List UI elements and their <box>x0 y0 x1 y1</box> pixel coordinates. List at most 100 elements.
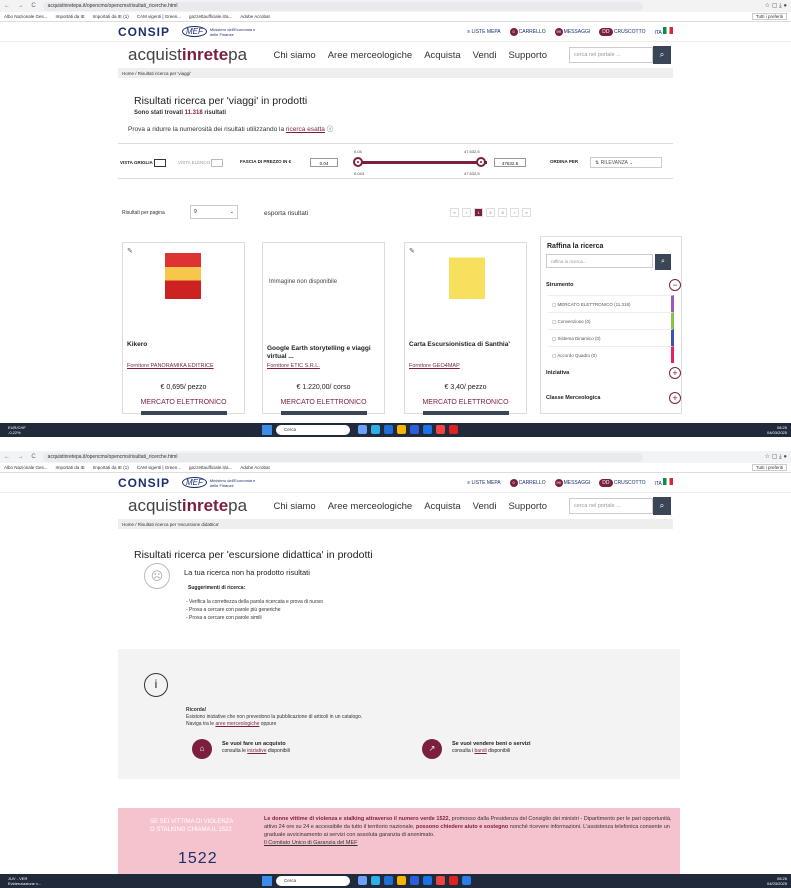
menu-vendi[interactable]: Vendi <box>473 501 497 512</box>
liste-mepa-link[interactable]: ≡ LISTE MEPA <box>467 29 500 35</box>
browser-actions[interactable]: ☆ ▢ ⤓ ● <box>765 453 787 461</box>
address-bar[interactable]: acquistinretepa.it/opencms/opencms/risul… <box>42 452 643 462</box>
card-button[interactable] <box>141 411 227 415</box>
bookmark[interactable]: Importati da IE (1) <box>93 14 129 19</box>
taskbar-apps[interactable] <box>358 876 471 885</box>
search-icon[interactable]: ⌕ <box>655 254 671 270</box>
bookmark[interactable]: Adobe Acrobat <box>240 14 270 19</box>
windows-start-icon[interactable] <box>262 876 272 886</box>
site-logo[interactable]: acquistinretepa <box>128 45 247 65</box>
menu-supporto[interactable]: Supporto <box>508 501 547 512</box>
weather-widget[interactable]: EUR/CHF -0,22% <box>8 425 26 435</box>
categories-link[interactable]: aree merceologiche <box>215 721 259 727</box>
menu-aree[interactable]: Aree merceologiche <box>328 50 413 61</box>
site-logo[interactable]: acquistinretepa <box>128 496 247 516</box>
menu-chi-siamo[interactable]: Chi siamo <box>273 50 315 61</box>
menu-acquista[interactable]: Acquista <box>424 50 460 61</box>
product-card[interactable]: ✎ Carta Escursionistica di Santhia' Forn… <box>404 242 527 415</box>
page-3[interactable]: 3 <box>498 208 507 217</box>
menu-chi-siamo[interactable]: Chi siamo <box>273 501 315 512</box>
consip-logo[interactable]: CONSIP <box>118 25 170 39</box>
initiatives-link[interactable]: iniziative <box>247 748 266 754</box>
mef-logo[interactable]: MEF <box>182 477 207 488</box>
liste-mepa-link[interactable]: ≡ LISTE MEPA <box>467 480 500 486</box>
filter-item[interactable]: ▢ Convenzione (0) <box>548 312 674 329</box>
all-bookmarks[interactable]: Tutti i preferiti <box>751 464 787 471</box>
messages-link[interactable]: 99 MESSAGGI <box>554 27 590 36</box>
bookmark[interactable]: gazzettaufficiale.it/a... <box>189 14 232 19</box>
consip-logo[interactable]: CONSIP <box>118 476 170 490</box>
price-min-input[interactable]: 0.04 <box>310 158 338 167</box>
slider-max-handle[interactable] <box>476 157 486 167</box>
windows-start-icon[interactable] <box>262 425 272 435</box>
sort-select[interactable]: ⇅ RILEVANZA ⌄ <box>590 157 662 168</box>
menu-aree[interactable]: Aree merceologiche <box>328 501 413 512</box>
product-name[interactable]: Google Earth storytelling e viaggi virtu… <box>267 345 382 361</box>
card-button[interactable] <box>281 411 367 415</box>
taskbar-search[interactable]: Cerca <box>276 425 350 435</box>
menu-vendi[interactable]: Vendi <box>473 50 497 61</box>
hotline-badge[interactable]: SE SEI VITTIMA DI VIOLENZA O STALKING CHI… <box>130 808 256 874</box>
rpp-select[interactable]: 9 ⌄ <box>190 205 238 219</box>
search-input[interactable]: cerca nel portale ... <box>569 498 653 514</box>
edit-icon[interactable]: ✎ <box>127 247 133 255</box>
cug-link[interactable]: Il Comitato Unico di Garanzia del MEF <box>264 840 358 846</box>
price-slider[interactable] <box>357 161 487 164</box>
browser-actions[interactable]: ☆ ▢ ⤓ ● <box>765 2 787 10</box>
language-select[interactable]: ITA <box>654 27 673 36</box>
supplier-link[interactable]: Fornitore ETIC S.R.L. <box>267 363 320 369</box>
iniziativa-heading[interactable]: Iniziativa <box>546 370 569 376</box>
edit-icon[interactable]: ✎ <box>409 247 415 255</box>
supplier-link[interactable]: Fornitore PANORAMIKA EDITRICE <box>127 363 214 369</box>
address-bar[interactable]: acquistinretepa.it/opencms/opencms/risul… <box>42 1 643 11</box>
bookmark[interactable]: gazzettaufficiale.it/a... <box>189 465 232 470</box>
product-image[interactable] <box>449 253 485 299</box>
bookmark[interactable]: Importati da IE (1) <box>93 465 129 470</box>
card-button[interactable] <box>423 411 509 415</box>
mef-logo[interactable]: MEF <box>182 26 207 37</box>
weather-widget[interactable]: JUV - VER Evidenziazione v... <box>8 876 41 886</box>
bookmark[interactable]: Albo Nazionale Ges... <box>4 14 48 19</box>
strumento-heading[interactable]: Strumento <box>546 282 574 288</box>
tenders-link[interactable]: bandi <box>475 748 487 754</box>
filter-item[interactable]: ▢ Sistema Dinamico (0) <box>548 329 674 346</box>
classe-heading[interactable]: Classe Merceologica <box>546 395 600 401</box>
list-view-toggle[interactable]: VISTA ELENCO <box>178 159 224 167</box>
page-1[interactable]: 1 <box>474 208 483 217</box>
price-max-input[interactable]: 47632.5 <box>494 158 526 167</box>
page-next[interactable]: › <box>510 208 519 217</box>
page-first[interactable]: « <box>450 208 459 217</box>
product-card[interactable]: ✎ Kikero Fornitore PANORAMIKA EDITRICE €… <box>122 242 245 415</box>
page-prev[interactable]: ‹ <box>462 208 471 217</box>
search-icon[interactable]: ⌕ <box>653 46 671 64</box>
bookmark[interactable]: Adobe Acrobat <box>240 465 270 470</box>
export-link[interactable]: esporta risultati <box>264 210 308 217</box>
bookmark[interactable]: CAM vigenti | Green... <box>137 465 181 470</box>
product-name[interactable]: Kikero <box>127 341 242 349</box>
search-icon[interactable]: ⌕ <box>653 497 671 515</box>
bookmark[interactable]: Albo Nazionale Ges... <box>4 465 48 470</box>
slider-min-handle[interactable] <box>353 157 363 167</box>
collapse-icon[interactable]: − <box>669 279 681 291</box>
dashboard-link[interactable]: DD CRUSCOTTO <box>599 27 645 36</box>
clock[interactable]: 08:25 04/03/2025 <box>767 425 787 435</box>
messages-link[interactable]: 99 MESSAGGI <box>554 478 590 487</box>
taskbar-search[interactable]: Cerca <box>276 876 350 886</box>
menu-supporto[interactable]: Supporto <box>508 50 547 61</box>
filter-item[interactable]: ▢ Accordo Quadro (0) <box>548 346 674 363</box>
search-input[interactable]: cerca nel portale ... <box>569 47 653 63</box>
expand-icon[interactable]: + <box>669 392 681 404</box>
taskbar-apps[interactable] <box>358 425 458 434</box>
refine-input[interactable]: raffina la ricerca... <box>546 254 653 268</box>
supplier-link[interactable]: Fornitore GEO4MAP <box>409 363 460 369</box>
grid-view-toggle[interactable]: VISTA GRIGLIA <box>120 159 166 167</box>
dashboard-link[interactable]: DD CRUSCOTTO <box>599 478 645 487</box>
browser-nav[interactable]: ← → C <box>4 3 39 9</box>
product-name[interactable]: Carta Escursionistica di Santhia' <box>409 341 524 349</box>
product-image[interactable] <box>165 253 201 299</box>
browser-nav[interactable]: ← → C <box>4 454 39 460</box>
bookmark[interactable]: CAM vigenti | Green... <box>137 14 181 19</box>
filter-item[interactable]: ▢ MERCATO ELETTRONICO (11.318) <box>548 295 674 312</box>
language-select[interactable]: ITA <box>654 478 673 487</box>
cart-link[interactable]: 0 CARRELLO <box>509 27 546 36</box>
